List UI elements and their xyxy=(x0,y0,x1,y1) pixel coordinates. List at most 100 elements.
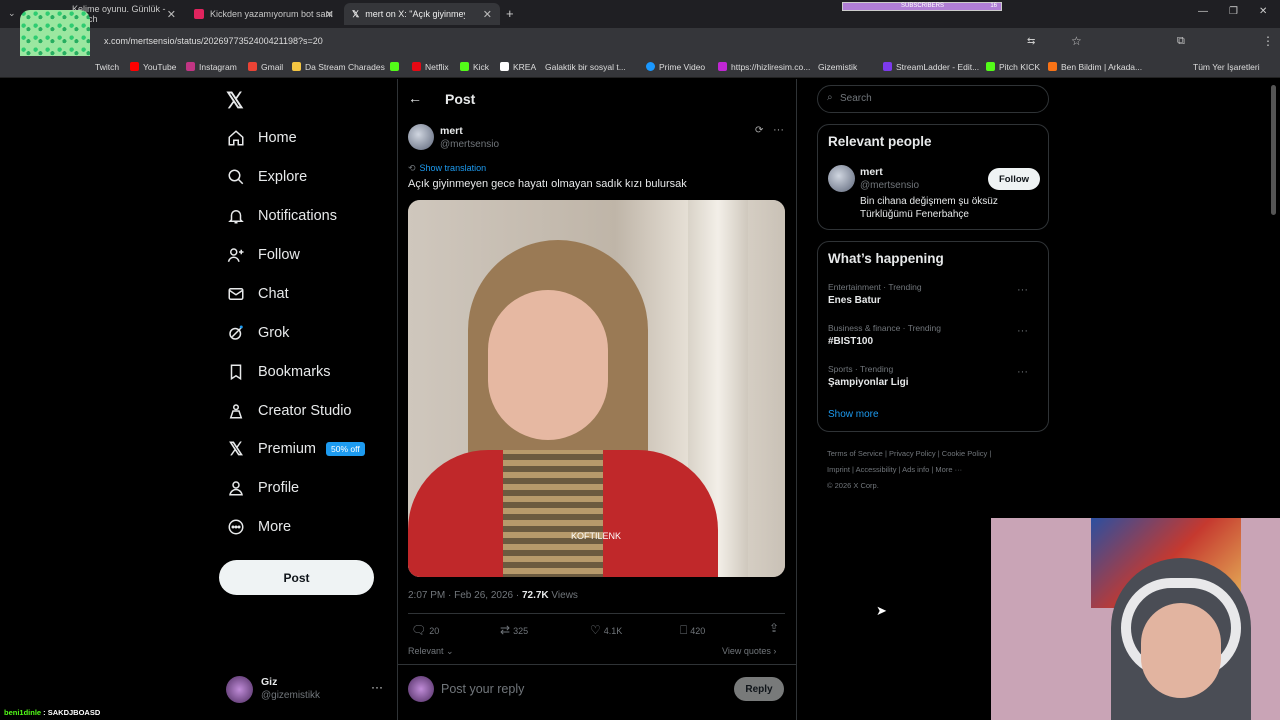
post-media[interactable]: KOFTILENK xyxy=(408,200,785,577)
subscribers-bar: SUBSCRIBERS 16 xyxy=(842,2,1002,11)
share-icon[interactable]: ⇪ xyxy=(769,621,779,635)
home-icon xyxy=(226,128,246,148)
bookmark-gizemistik[interactable]: Gizemistik xyxy=(818,62,857,72)
translate-icon[interactable]: ⇆ xyxy=(1027,36,1035,47)
bookmark-stream-charades[interactable]: Da Stream Charades xyxy=(292,62,385,72)
reply-action[interactable]: 🗨 20 xyxy=(411,623,439,637)
all-bookmarks[interactable]: Tüm Yer İşaretleri xyxy=(1193,62,1260,72)
sidebar-item-home[interactable]: Home xyxy=(226,123,297,153)
show-more-link[interactable]: Show more xyxy=(828,409,879,420)
avatar[interactable] xyxy=(408,124,434,150)
sidebar-item-grok[interactable]: Grok xyxy=(226,318,289,348)
tab-x-post[interactable]: 𝕏mert on X: "Açık giyinmeye ✕ xyxy=(344,3,500,25)
chat-overlay-message: beni1dinle : SAKDJBOASD xyxy=(4,708,100,717)
more-icon[interactable]: ··· xyxy=(1017,366,1028,378)
footer-links: Terms of Service | Privacy Policy | Cook… xyxy=(827,449,992,490)
menu-icon[interactable]: ⋮ xyxy=(1262,34,1274,48)
more-icon[interactable]: ··· xyxy=(371,680,383,694)
browser-tab-strip: ⌄ Kelime oyunu. Günlük - Twitch✕ Kickden… xyxy=(0,0,1280,28)
bookmark-kick[interactable]: Kick xyxy=(460,62,489,72)
bookmark-instagram[interactable]: Instagram xyxy=(186,62,237,72)
x-logo-icon[interactable]: 𝕏 xyxy=(226,88,244,114)
subscribers-label: SUBSCRIBERS xyxy=(901,3,945,9)
footer-link[interactable]: Cookie Policy xyxy=(942,449,987,458)
tab-kick[interactable]: Kickden yazamıyorum bot sanı ✕ xyxy=(186,3,342,25)
sidebar-item-bookmarks[interactable]: Bookmarks xyxy=(226,357,331,387)
sidebar-item-premium[interactable]: 𝕏 Premium 50% off xyxy=(226,434,365,464)
reply-input[interactable]: Post your reply xyxy=(441,682,524,696)
sidebar-item-more[interactable]: More xyxy=(226,512,291,542)
minimize-icon[interactable]: — xyxy=(1198,6,1208,17)
bookmark-pitch-kick[interactable]: Pitch KICK xyxy=(986,62,1040,72)
section-title: Relevant people xyxy=(828,134,932,149)
bookmark-hizliresim[interactable]: https://hizliresim.co... xyxy=(718,62,810,72)
grok-icon xyxy=(226,323,246,343)
sidebar-item-explore[interactable]: Explore xyxy=(226,162,307,192)
bookmark-action[interactable]: ⎕ 420 xyxy=(680,623,705,638)
bookmark-netflix[interactable]: Netflix xyxy=(412,62,449,72)
search-input[interactable]: Search xyxy=(840,93,872,104)
creator-studio-icon xyxy=(226,401,246,421)
footer-link[interactable]: Terms of Service xyxy=(827,449,883,458)
more-icon[interactable]: ··· xyxy=(773,124,784,136)
footer-link[interactable]: Privacy Policy xyxy=(889,449,936,458)
footer-link[interactable]: Imprint xyxy=(827,465,850,474)
bookmark-kick-icon[interactable] xyxy=(390,62,403,72)
view-quotes-link[interactable]: View quotes › xyxy=(722,646,776,656)
bookmark-galaktik[interactable]: Galaktik bir sosyal t... xyxy=(545,62,626,72)
author-handle[interactable]: @mertsensio xyxy=(440,139,499,150)
sidebar-item-profile[interactable]: Profile xyxy=(226,473,299,503)
restore-icon[interactable]: ❐ xyxy=(1229,6,1238,17)
like-action[interactable]: ♡ 4.1K xyxy=(590,623,622,637)
reply-button[interactable]: Reply xyxy=(734,677,784,701)
repost-action[interactable]: ⇄ 325 xyxy=(500,623,528,637)
bookmark-youtube[interactable]: YouTube xyxy=(130,62,176,72)
author-name[interactable]: mert xyxy=(440,125,463,137)
section-title: What’s happening xyxy=(828,251,944,266)
show-translation-link[interactable]: ⟲ Show translation xyxy=(408,163,486,174)
tab-title: mert on X: "Açık giyinmeye xyxy=(365,9,466,19)
account-name: Giz xyxy=(261,676,278,688)
account-switcher[interactable]: Giz @gizemistikk ··· xyxy=(226,674,386,704)
search-box[interactable]: ⌕ Search xyxy=(817,85,1049,113)
sort-dropdown[interactable]: Relevant ⌄ xyxy=(408,646,454,657)
close-icon[interactable]: ✕ xyxy=(167,8,176,21)
add-person-icon xyxy=(226,245,246,265)
person-name[interactable]: mert xyxy=(860,166,883,178)
sidebar-item-creator-studio[interactable]: Creator Studio xyxy=(226,396,352,426)
bookmark-streamladder[interactable]: StreamLadder - Edit... xyxy=(883,62,979,72)
bell-icon xyxy=(226,206,246,226)
footer-link[interactable]: Accessibility xyxy=(856,465,897,474)
trend-item[interactable]: Business & finance · Trending #BIST100 ·… xyxy=(828,323,1040,347)
grok-icon[interactable]: ⟳ xyxy=(755,125,763,136)
footer-link[interactable]: More ··· xyxy=(935,465,962,474)
close-window-icon[interactable]: ✕ xyxy=(1259,6,1267,17)
avatar[interactable] xyxy=(828,165,855,192)
close-icon[interactable]: ✕ xyxy=(325,8,334,21)
extensions-icon[interactable]: ⧉ xyxy=(1177,35,1185,48)
sidebar-item-follow[interactable]: Follow xyxy=(226,240,300,270)
bookmark-prime-video[interactable]: Prime Video xyxy=(646,62,705,72)
chat-text: : SAKDJBOASD xyxy=(41,708,101,717)
tab-search-icon[interactable]: ⌄ xyxy=(8,8,16,19)
compose-post-button[interactable]: Post xyxy=(219,560,374,595)
trend-item[interactable]: Entertainment · Trending Enes Batur ··· xyxy=(828,282,1040,306)
bookmark-gmail[interactable]: Gmail xyxy=(248,62,283,72)
bookmark-krea[interactable]: KREA xyxy=(500,62,536,72)
bookmark-star-icon[interactable]: ☆ xyxy=(1071,34,1082,48)
bookmark-twitch[interactable]: Twitch xyxy=(95,62,119,72)
more-icon[interactable]: ··· xyxy=(1017,325,1028,337)
bookmark-ben-bildim[interactable]: Ben Bildim | Arkada... xyxy=(1048,62,1142,72)
person-handle[interactable]: @mertsensio xyxy=(860,180,919,191)
sidebar-item-chat[interactable]: Chat xyxy=(226,279,289,309)
new-tab-button[interactable]: + xyxy=(506,6,514,21)
trend-item[interactable]: Sports · Trending Şampiyonlar Ligi ··· xyxy=(828,364,1040,388)
scrollbar[interactable] xyxy=(1271,85,1276,215)
back-arrow-icon[interactable]: ← xyxy=(408,90,422,106)
footer-link[interactable]: Ads info xyxy=(902,465,929,474)
sidebar-item-notifications[interactable]: Notifications xyxy=(226,201,337,231)
close-icon[interactable]: ✕ xyxy=(483,8,492,21)
follow-button[interactable]: Follow xyxy=(988,168,1040,190)
more-icon[interactable]: ··· xyxy=(1017,284,1028,296)
url-text[interactable]: x.com/mertsensio/status/2026977352400421… xyxy=(104,36,323,46)
